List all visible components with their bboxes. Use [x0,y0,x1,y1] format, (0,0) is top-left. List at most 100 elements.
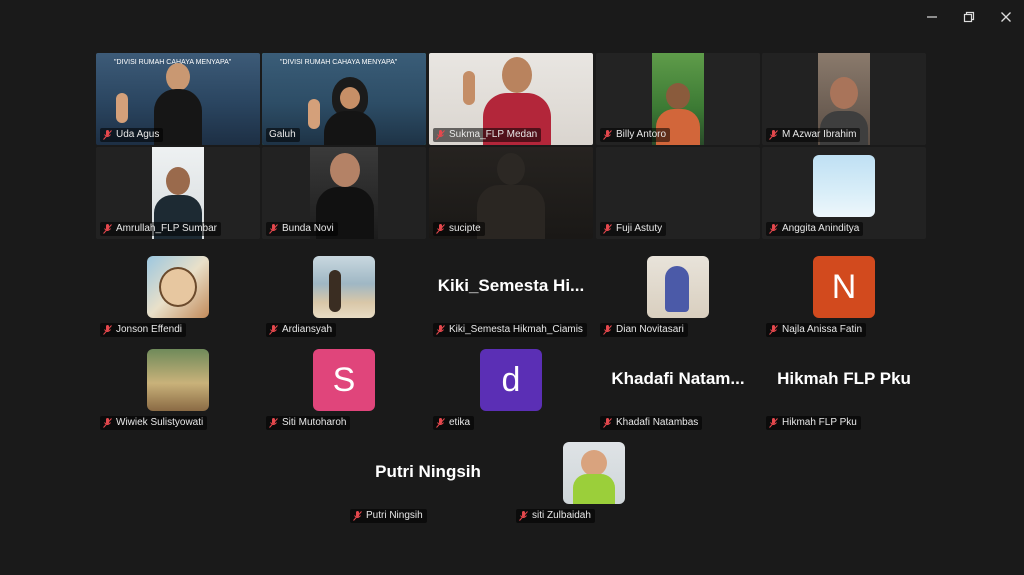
participant-display-name: Khadafi Natam... [611,369,745,388]
minimize-icon [927,16,937,18]
avatar-initial: S [313,349,375,411]
avatar [147,256,209,318]
avatar [813,155,875,217]
participant-display-name: Kiki_Semesta Hi... [437,276,585,295]
participant-name-text: Khadafi Natambas [616,417,699,428]
participant-name-text: sucipte [449,223,481,234]
avatar [647,256,709,318]
mic-muted-icon [769,224,778,234]
participant-name: Uda Agus [100,128,164,142]
participant-name-text: Hikmah FLP Pku [782,417,857,428]
participant-tile[interactable]: Hikmah FLP Pku Hikmah FLP Pku [762,341,926,433]
banner-text: "DIVISI RUMAH CAHAYA MENYAPA" [280,59,398,66]
participant-name-text: Siti Mutoharoh [282,417,347,428]
participant-name-text: etika [449,417,471,428]
participant-name-text: Bunda Novi [282,223,334,234]
participant-name: Putri Ningsih [350,509,427,523]
participant-tile[interactable]: Fuji Astuty [596,147,760,239]
participant-tile[interactable]: Putri Ningsih Putri Ningsih [346,434,510,526]
mic-muted-icon [269,418,278,428]
participant-name: sucipte [433,222,485,236]
participant-name-text: Najla Anissa Fatin [782,324,863,335]
mic-muted-icon [769,325,778,335]
participant-tile[interactable]: Wiwiek Sulistyowati [96,341,260,433]
participant-tile[interactable]: Ardiansyah [262,248,426,340]
participant-tile[interactable]: Bunda Novi [262,147,426,239]
participant-name-text: Anggita Aninditya [782,223,860,234]
mic-muted-icon [603,130,612,140]
participant-tile[interactable]: "DIVISI RUMAH CAHAYA MENYAPA" Uda Agus [96,53,260,145]
mic-muted-icon [103,224,112,234]
participant-name: Dian Novitasari [600,323,688,337]
participant-name: etika [433,416,475,430]
participant-name-text: Uda Agus [116,129,160,140]
participant-tile[interactable]: Sukma_FLP Medan [429,53,593,145]
participant-name: Kiki_Semesta Hikmah_Ciamis [433,323,587,337]
mic-muted-icon [269,325,278,335]
participant-name-text: Fuji Astuty [616,223,663,234]
avatar [563,442,625,504]
mic-muted-icon [769,130,778,140]
participant-name: Bunda Novi [266,222,338,236]
mic-muted-icon [103,325,112,335]
participant-tile[interactable]: Billy Antoro [596,53,760,145]
participant-name: Najla Anissa Fatin [766,323,867,337]
mic-muted-icon [436,130,445,140]
participant-tile[interactable]: S Siti Mutoharoh [262,341,426,433]
participant-name: M Azwar Ibrahim [766,128,861,142]
avatar-initial: N [813,256,875,318]
participant-name-text: M Azwar Ibrahim [782,129,857,140]
participant-name-text: Wiwiek Sulistyowati [116,417,204,428]
mic-muted-icon [769,418,778,428]
participant-name: Ardiansyah [266,323,337,337]
participant-name-text: Kiki_Semesta Hikmah_Ciamis [449,324,583,335]
participant-display-name: Putri Ningsih [375,462,481,481]
close-icon [1001,12,1011,22]
participant-tile[interactable]: sucipte [429,147,593,239]
participant-tile[interactable]: M Azwar Ibrahim [762,53,926,145]
mic-muted-icon [603,325,612,335]
participant-tile[interactable]: Amrullah_FLP Sumbar [96,147,260,239]
minimize-button[interactable] [920,6,944,28]
participant-name: Khadafi Natambas [600,416,703,430]
participant-tile[interactable]: Dian Novitasari [596,248,760,340]
participant-name-text: Galuh [269,129,296,140]
participant-name-text: Jonson Effendi [116,324,182,335]
participant-tile-active-speaker[interactable]: "DIVISI RUMAH CAHAYA MENYAPA" Galuh [262,53,426,145]
avatar [147,349,209,411]
participant-name-text: Putri Ningsih [366,510,423,521]
participant-name: siti Zulbaidah [516,509,595,523]
participant-tile[interactable]: Anggita Aninditya [762,147,926,239]
mic-muted-icon [353,511,362,521]
participant-name: Anggita Aninditya [766,222,864,236]
participant-name-text: Ardiansyah [282,324,333,335]
restore-button[interactable] [957,6,981,28]
participant-name-text: Dian Novitasari [616,324,684,335]
participant-name: Hikmah FLP Pku [766,416,861,430]
participant-name: Sukma_FLP Medan [433,128,542,142]
participant-name: Galuh [266,128,300,142]
participant-tile[interactable]: d etika [429,341,593,433]
participant-tile[interactable]: N Najla Anissa Fatin [762,248,926,340]
mic-muted-icon [603,418,612,428]
mic-muted-icon [603,224,612,234]
participant-tile[interactable]: siti Zulbaidah [512,434,676,526]
mic-muted-icon [436,224,445,234]
participant-tile[interactable]: Kiki_Semesta Hi... Kiki_Semesta Hikmah_C… [429,248,593,340]
mic-muted-icon [519,511,528,521]
avatar-initial: d [480,349,542,411]
mic-muted-icon [103,418,112,428]
participant-name-text: Amrullah_FLP Sumbar [116,223,217,234]
participant-name: Jonson Effendi [100,323,186,337]
mic-muted-icon [103,130,112,140]
mic-muted-icon [436,325,445,335]
close-button[interactable] [994,6,1018,28]
participant-tile[interactable]: Jonson Effendi [96,248,260,340]
mic-muted-icon [436,418,445,428]
participant-name-text: Sukma_FLP Medan [449,129,538,140]
participant-name: Fuji Astuty [600,222,667,236]
participant-name: Siti Mutoharoh [266,416,351,430]
participant-name-text: siti Zulbaidah [532,510,591,521]
participant-name: Billy Antoro [600,128,671,142]
participant-tile[interactable]: Khadafi Natam... Khadafi Natambas [596,341,760,433]
